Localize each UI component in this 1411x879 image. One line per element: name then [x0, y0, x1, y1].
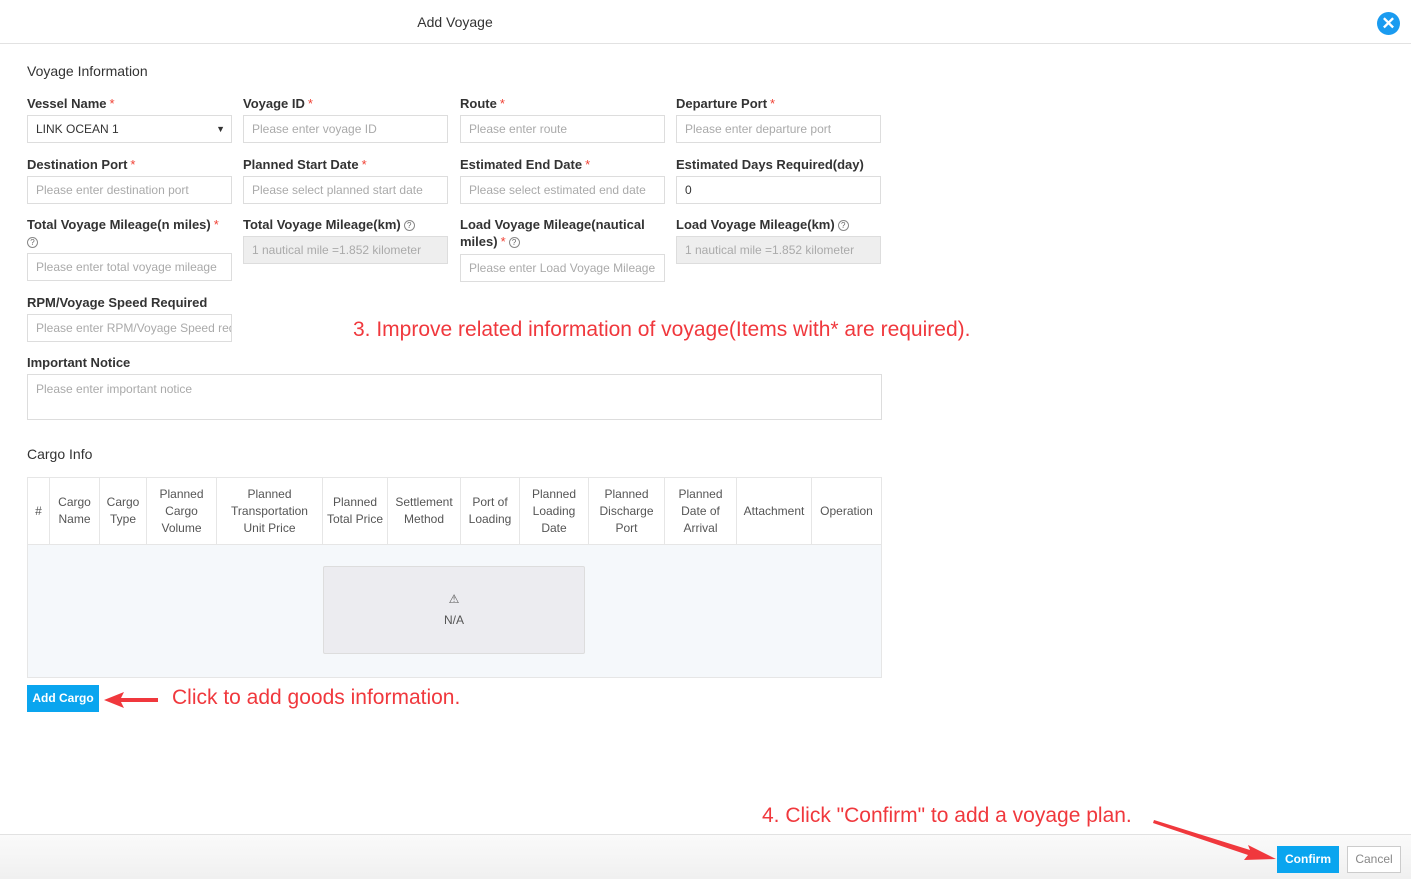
- add-cargo-button[interactable]: Add Cargo: [27, 685, 99, 712]
- voyage-id-label: Voyage ID *: [243, 96, 313, 111]
- table-header-row: # Cargo Name Cargo Type Planned Cargo Vo…: [27, 477, 882, 545]
- column-header: Operation: [811, 477, 882, 545]
- estimated-end-date-input[interactable]: Please select estimated end date: [460, 176, 665, 204]
- help-icon[interactable]: ?: [508, 237, 520, 249]
- annotation-add-cargo: Click to add goods information.: [172, 686, 461, 709]
- departure-port-input[interactable]: Please enter departure port: [676, 115, 881, 143]
- estimated-end-date-label: Estimated End Date *: [460, 157, 591, 172]
- load-mileage-nm-label: Load Voyage Mileage(nautical miles) *?: [460, 217, 645, 249]
- header-divider: [0, 43, 1411, 44]
- route-label: Route *: [460, 96, 505, 111]
- column-header: Cargo Name: [49, 477, 100, 545]
- rpm-speed-label: RPM/Voyage Speed Required: [27, 295, 208, 310]
- column-header: Planned Loading Date: [519, 477, 589, 545]
- column-header: Cargo Type: [99, 477, 147, 545]
- help-icon[interactable]: ?: [27, 237, 38, 249]
- column-header: Planned Total Price: [322, 477, 388, 545]
- column-header: Port of Loading: [460, 477, 520, 545]
- section-voyage-information: Voyage Information: [27, 63, 148, 79]
- total-mileage-nm-input[interactable]: Please enter total voyage mileage: [27, 253, 232, 281]
- planned-start-date-label: Planned Start Date *: [243, 157, 367, 172]
- total-mileage-km-label: Total Voyage Mileage(km)?: [243, 216, 453, 233]
- arrow-annotation-add-cargo: [104, 692, 158, 708]
- total-mileage-km-input: 1 nautical mile =1.852 kilometer: [243, 236, 448, 264]
- total-mileage-nm-label: Total Voyage Mileage(n miles) *?: [27, 217, 219, 249]
- column-header: #: [27, 477, 50, 545]
- load-mileage-nm-input[interactable]: Please enter Load Voyage Mileage: [460, 254, 665, 282]
- vessel-name-label: Vessel Name *: [27, 96, 115, 111]
- empty-text: N/A: [443, 613, 464, 627]
- estimated-days-input[interactable]: 0: [676, 176, 881, 204]
- confirm-button[interactable]: Confirm: [1277, 846, 1339, 873]
- route-input[interactable]: Please enter route: [460, 115, 665, 143]
- chevron-down-icon: ▼: [216, 124, 225, 134]
- annotation-step4: 4. Click "Confirm" to add a voyage plan.: [762, 804, 1132, 827]
- cancel-button[interactable]: Cancel: [1347, 846, 1401, 873]
- column-header: Attachment: [736, 477, 812, 545]
- help-icon[interactable]: ?: [837, 220, 849, 232]
- help-icon[interactable]: ?: [403, 220, 415, 232]
- destination-port-label: Destination Port *: [27, 157, 136, 172]
- column-header: Planned Discharge Port: [588, 477, 665, 545]
- load-mileage-km-label: Load Voyage Mileage(km)?: [676, 216, 886, 233]
- annotation-step3: 3. Improve related information of voyage…: [353, 318, 971, 341]
- departure-port-label: Departure Port *: [676, 96, 776, 111]
- arrow-annotation-confirm: [1153, 820, 1276, 860]
- dialog-title: Add Voyage: [417, 14, 493, 30]
- destination-port-input[interactable]: Please enter destination port: [27, 176, 232, 204]
- estimated-days-label: Estimated Days Required(day): [676, 157, 864, 172]
- load-mileage-km-input: 1 nautical mile =1.852 kilometer: [676, 236, 881, 264]
- column-header: Planned Transportation Unit Price: [216, 477, 323, 545]
- planned-start-date-input[interactable]: Please select planned start date: [243, 176, 448, 204]
- voyage-id-input[interactable]: Please enter voyage ID: [243, 115, 448, 143]
- column-header: Planned Date of Arrival: [664, 477, 737, 545]
- vessel-name-select[interactable]: LINK OCEAN 1 ▼: [27, 115, 232, 143]
- close-icon[interactable]: ✕: [1377, 12, 1400, 35]
- column-header: Settlement Method: [387, 477, 461, 545]
- column-header: Planned Cargo Volume: [146, 477, 217, 545]
- important-notice-label: Important Notice: [27, 355, 131, 370]
- warning-icon: ⚠: [448, 592, 460, 606]
- section-cargo-info: Cargo Info: [27, 446, 93, 462]
- important-notice-textarea[interactable]: Please enter important notice: [27, 374, 882, 420]
- empty-state: ⚠ N/A: [323, 566, 585, 654]
- rpm-speed-input[interactable]: Please enter RPM/Voyage Speed required: [27, 314, 232, 342]
